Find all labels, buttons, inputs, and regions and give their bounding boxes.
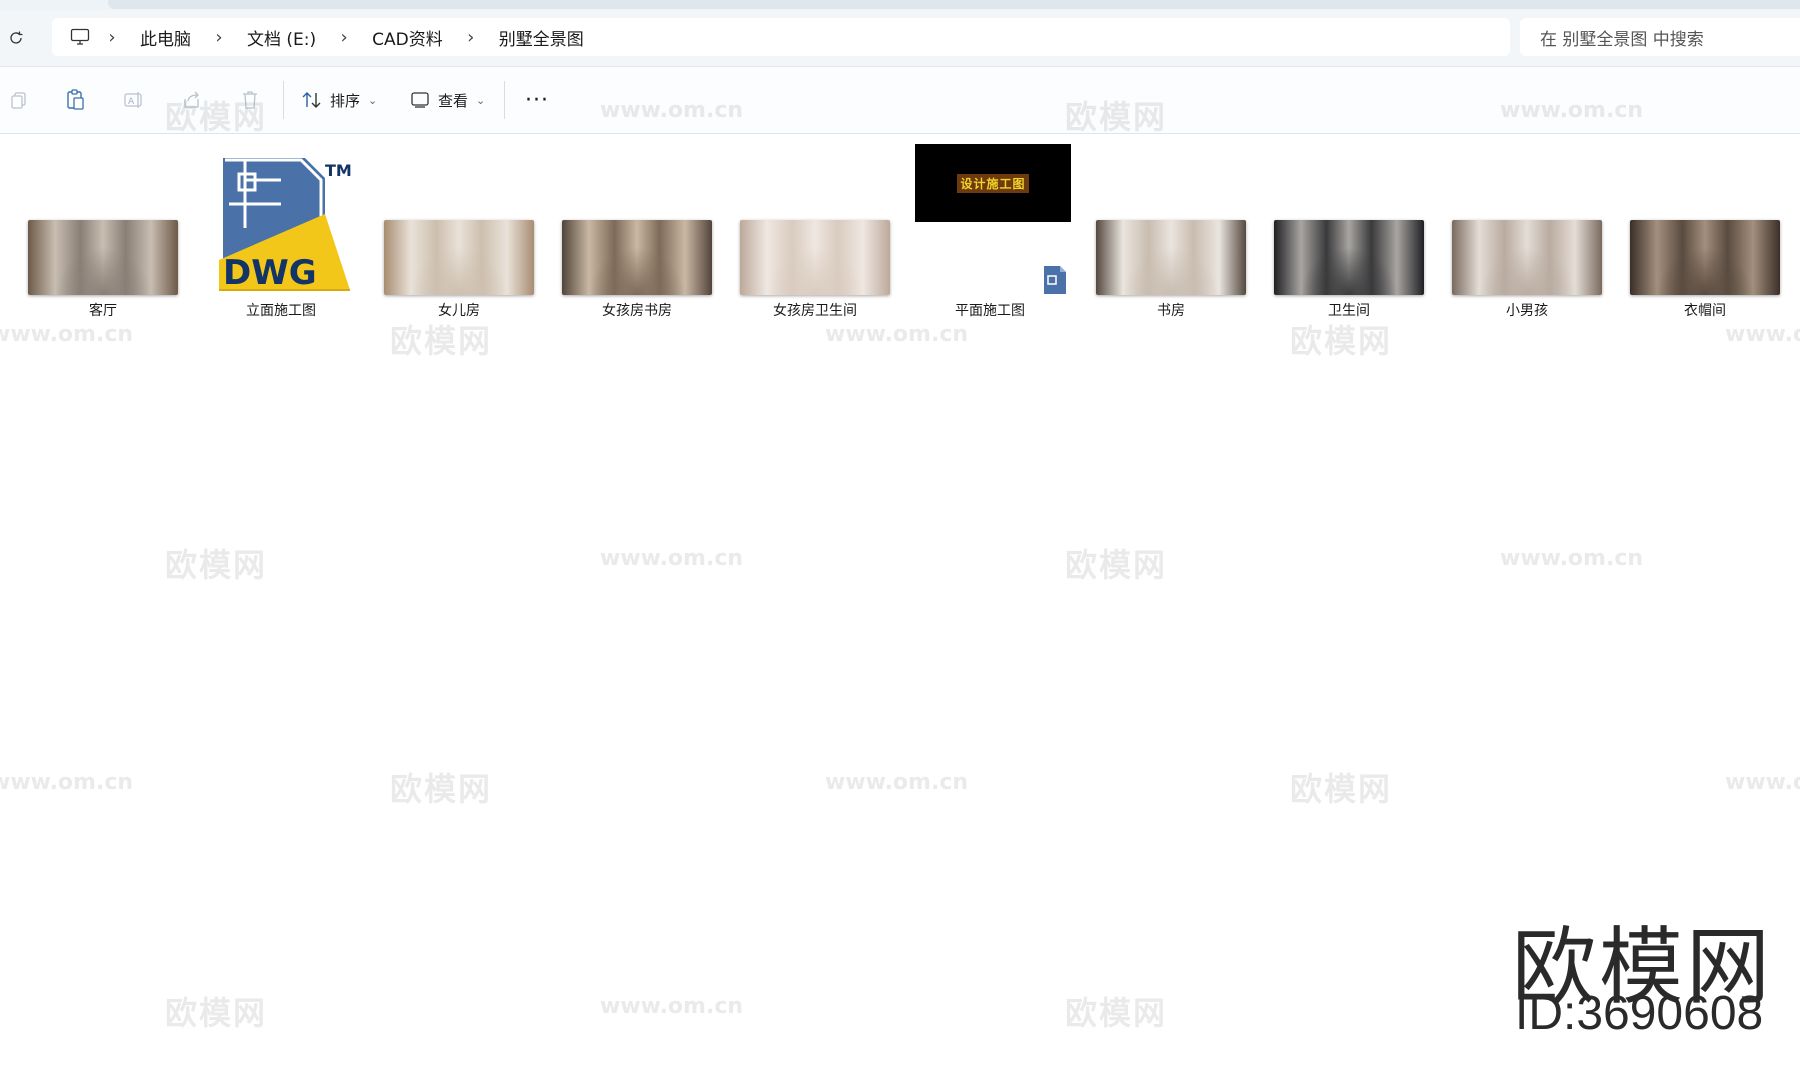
watermark-text: 欧模网 (1290, 770, 1393, 808)
watermark-url: www.om.cn (600, 994, 744, 1019)
chevron-right-icon[interactable]: › (205, 27, 233, 48)
panorama-thumbnail (562, 220, 712, 295)
file-name: 女孩房书房 (602, 303, 672, 319)
file-name: 书房 (1157, 303, 1185, 319)
search-placeholder: 在 别墅全景图 中搜索 (1540, 29, 1704, 50)
more-options-button[interactable]: ··· (522, 85, 552, 115)
tab-strip (0, 0, 1800, 10)
chevron-down-icon: ⌄ (476, 93, 486, 107)
panorama-thumbnail (1630, 220, 1780, 295)
file-name: 衣帽间 (1684, 303, 1726, 319)
copy-button[interactable] (6, 87, 32, 113)
address-bar-row: › 此电脑 › 文档 (E:) › CAD资料 › 别墅全景图 在 别墅全景图 … (0, 10, 1800, 67)
delete-button[interactable] (237, 87, 263, 113)
watermark-url: www.om.cn (1725, 322, 1800, 347)
sort-button[interactable]: 排序 ⌄ (302, 85, 377, 115)
view-icon (411, 92, 429, 108)
paste-button[interactable] (63, 87, 89, 113)
watermark-url: www.om.cn (1500, 546, 1644, 571)
paste-icon (67, 89, 84, 110)
panorama-thumbnail (28, 220, 178, 295)
file-name: 卫生间 (1328, 303, 1370, 319)
panorama-thumbnail (1452, 220, 1602, 295)
dwg-label: DWG (223, 253, 317, 293)
breadcrumb[interactable]: › 此电脑 › 文档 (E:) › CAD资料 › 别墅全景图 (52, 18, 1510, 56)
file-item[interactable]: 小男孩 (1439, 134, 1615, 324)
brand-id: ID:3690608 (1515, 987, 1764, 1040)
file-item[interactable]: 女孩房书房 (549, 134, 725, 324)
file-name: 立面施工图 (246, 303, 316, 319)
breadcrumb-current-folder[interactable]: 别墅全景图 (485, 25, 598, 50)
svg-text:A: A (128, 97, 135, 107)
copy-icon (11, 92, 26, 109)
watermark-text: 欧模网 (390, 770, 493, 808)
watermark-url: www.om.cn (1725, 770, 1800, 795)
file-name: 平面施工图 (955, 303, 1025, 319)
watermark-url: www.om.cn (0, 322, 134, 347)
watermark-text: 欧模网 (1065, 546, 1168, 584)
panorama-thumbnail (384, 220, 534, 295)
toolbar-divider (283, 81, 284, 119)
breadcrumb-drive-e[interactable]: 文档 (E:) (233, 25, 330, 50)
active-tab-edge (108, 0, 1800, 9)
watermark-url: www.om.cn (825, 322, 969, 347)
panorama-thumbnail (1096, 220, 1246, 295)
file-name: 小男孩 (1506, 303, 1548, 319)
chevron-right-icon[interactable]: › (330, 27, 358, 48)
watermark-url: www.om.cn (600, 546, 744, 571)
more-icon: ··· (525, 87, 549, 113)
command-bar: A 排序 ⌄ 查看 ⌄ ··· (0, 67, 1800, 134)
share-icon (184, 91, 199, 108)
file-item[interactable]: 设计施工图 平面施工图 (902, 134, 1078, 324)
file-item[interactable]: DWG TM 立面施工图 (193, 134, 369, 324)
file-item[interactable]: 衣帽间 (1617, 134, 1793, 324)
watermark-text: 欧模网 (165, 994, 268, 1032)
this-pc-icon[interactable] (62, 28, 98, 46)
search-input[interactable]: 在 别墅全景图 中搜索 (1520, 18, 1800, 56)
rename-icon: A (124, 92, 142, 108)
file-item[interactable]: 卫生间 (1261, 134, 1437, 324)
panorama-thumbnail (740, 220, 890, 295)
chevron-down-icon: ⌄ (368, 93, 378, 107)
file-name: 女孩房卫生间 (773, 303, 857, 319)
file-name: 女儿房 (438, 303, 480, 319)
plan-thumbnail-text: 设计施工图 (957, 173, 1029, 193)
document-type-icon (1044, 266, 1066, 294)
sort-icon (302, 92, 321, 108)
file-name: 客厅 (89, 303, 117, 319)
plan-thumbnail: 设计施工图 (915, 144, 1071, 222)
tm-mark: TM (325, 161, 352, 180)
share-button[interactable] (179, 87, 205, 113)
rename-button[interactable]: A (121, 87, 147, 113)
chevron-right-icon[interactable]: › (98, 27, 126, 48)
file-item[interactable]: 女儿房 (371, 134, 547, 324)
chevron-right-icon[interactable]: › (457, 27, 485, 48)
watermark-url: www.om.cn (0, 770, 134, 795)
trash-icon (243, 91, 257, 109)
sort-label: 排序 (330, 91, 361, 110)
toolbar-divider (504, 81, 505, 119)
file-item[interactable]: 书房 (1083, 134, 1259, 324)
view-label: 查看 (438, 91, 469, 110)
file-item[interactable]: 女孩房卫生间 (727, 134, 903, 324)
watermark-text: 欧模网 (1065, 994, 1168, 1032)
watermark-text: 欧模网 (165, 546, 268, 584)
panorama-thumbnail (1274, 220, 1424, 295)
refresh-button[interactable] (4, 26, 28, 50)
view-button[interactable]: 查看 ⌄ (410, 85, 485, 115)
breadcrumb-this-pc[interactable]: 此电脑 (126, 25, 205, 50)
dwg-file-icon: DWG TM (219, 158, 352, 293)
breadcrumb-cad-folder[interactable]: CAD资料 (358, 25, 457, 50)
file-item[interactable]: 客厅 (15, 134, 191, 324)
refresh-icon (10, 31, 23, 44)
watermark-url: www.om.cn (825, 770, 969, 795)
